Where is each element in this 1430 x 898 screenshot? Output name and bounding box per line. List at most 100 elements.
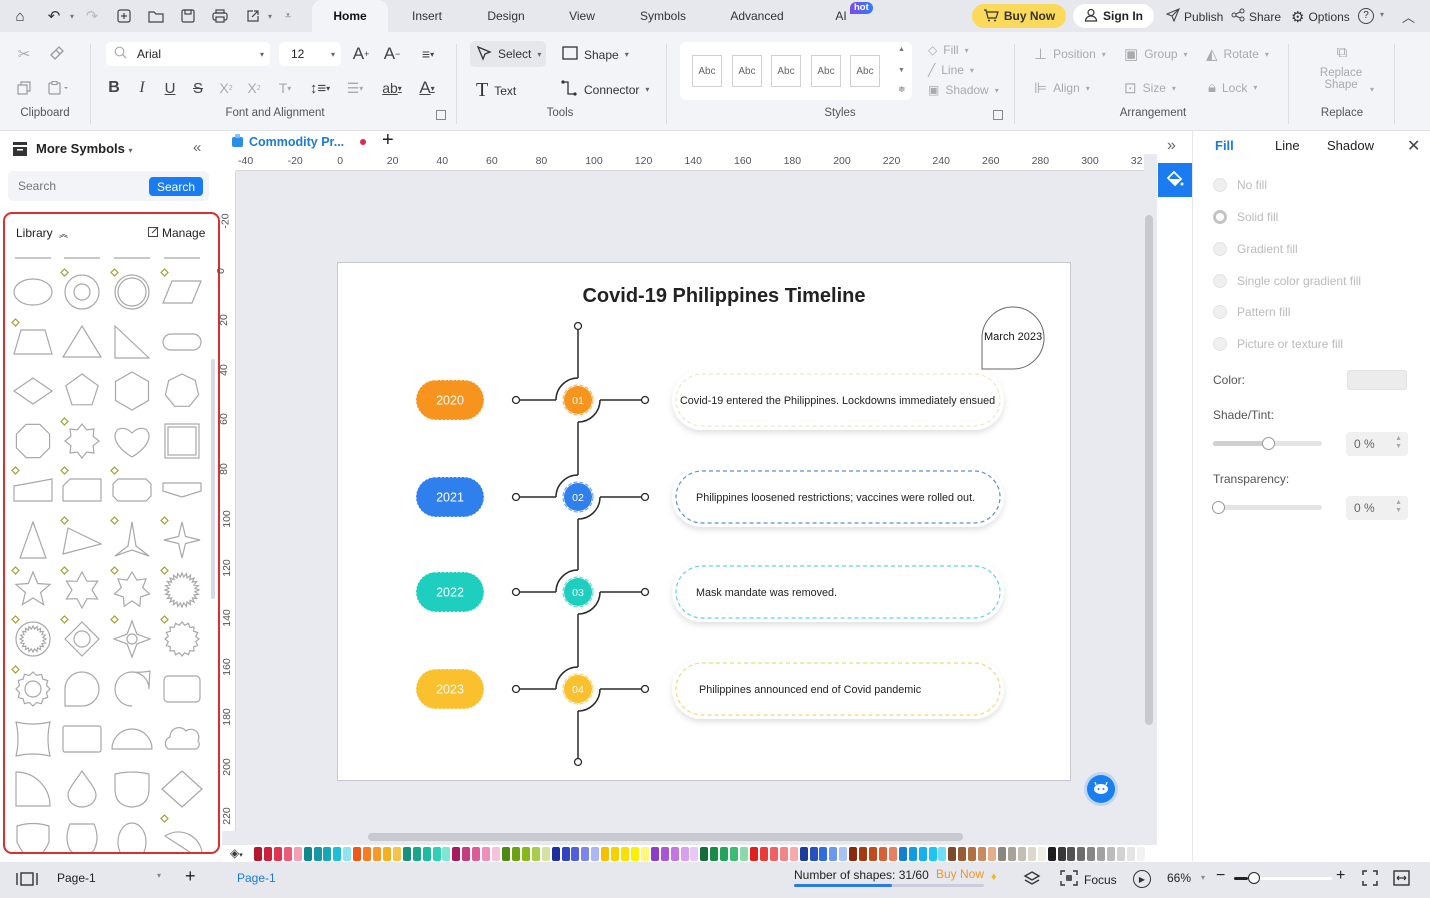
styles-dialog-launcher-icon[interactable] <box>993 110 1003 120</box>
options-button[interactable]: ⚙ Options <box>1291 8 1350 26</box>
library-shape[interactable] <box>162 333 202 351</box>
color-swatch[interactable] <box>263 847 272 861</box>
fill-option-gradient-fill[interactable]: Gradient fill <box>1213 242 1298 256</box>
fill-button[interactable]: ◇ Fill ▾ <box>928 43 969 57</box>
color-swatch[interactable] <box>472 847 481 861</box>
shape-tool-button[interactable]: Shape ▾ <box>562 45 629 64</box>
library-shape[interactable] <box>13 478 53 502</box>
color-swatch[interactable] <box>640 847 649 861</box>
replace-shape-button[interactable]: ⧉ Replace Shape <box>1314 44 1370 91</box>
tab-view[interactable]: View <box>560 0 604 32</box>
export-dropdown-icon[interactable]: ▾ <box>260 6 280 26</box>
color-swatch[interactable] <box>690 847 699 861</box>
redo-icon[interactable]: ↷ <box>82 6 102 26</box>
color-swatch[interactable] <box>323 847 332 861</box>
expand-panel-icon[interactable]: » <box>1167 137 1176 155</box>
radio-button[interactable] <box>1213 305 1227 319</box>
color-swatch[interactable] <box>561 847 570 861</box>
transparency-slider[interactable] <box>1212 501 1322 514</box>
color-swatch[interactable] <box>551 847 560 861</box>
play-icon[interactable]: ▶ <box>1133 870 1151 888</box>
color-swatch[interactable] <box>938 847 947 861</box>
fit-width-icon[interactable] <box>1393 870 1410 889</box>
color-swatch[interactable] <box>1117 847 1126 861</box>
help-dropdown-icon[interactable]: ▾ <box>1380 10 1384 19</box>
superscript-icon[interactable]: X2 <box>215 78 237 98</box>
color-swatch[interactable] <box>1067 847 1076 861</box>
library-shape[interactable] <box>164 621 200 657</box>
library-shape[interactable] <box>111 728 153 750</box>
color-swatch[interactable] <box>402 847 411 861</box>
open-folder-icon[interactable] <box>146 6 166 26</box>
add-document-icon[interactable]: + <box>382 129 394 152</box>
gallery-down-icon[interactable]: ▼ <box>898 67 905 74</box>
library-shape[interactable] <box>61 324 103 358</box>
color-swatch[interactable] <box>502 847 510 861</box>
color-swatch[interactable] <box>581 847 590 861</box>
zoom-slider-thumb[interactable] <box>1247 872 1260 884</box>
page-tab[interactable]: Page-1 <box>237 871 276 885</box>
vertical-scrollbar[interactable] <box>1145 215 1153 725</box>
color-swatch[interactable] <box>1136 847 1145 861</box>
underline-icon[interactable]: U <box>160 78 180 98</box>
color-swatch[interactable] <box>591 847 600 861</box>
library-shape[interactable] <box>117 822 147 854</box>
lock-button[interactable]: 🔒︎ Lock ▾ <box>1208 79 1257 96</box>
manage-button[interactable]: Manage <box>148 226 205 240</box>
library-shape[interactable] <box>114 771 150 808</box>
color-swatch[interactable] <box>730 847 739 861</box>
color-swatch[interactable] <box>759 847 768 861</box>
library-shape[interactable] <box>162 280 202 304</box>
undo-dropdown-icon[interactable]: ▾ <box>62 6 82 26</box>
help-icon[interactable]: ? <box>1358 8 1374 24</box>
tab-symbols[interactable]: Symbols <box>632 0 694 32</box>
library-shape[interactable] <box>16 822 50 855</box>
spinner-icon[interactable]: ▲ ▼ <box>1395 435 1402 451</box>
color-swatch[interactable] <box>1097 847 1106 861</box>
subscript-icon[interactable]: X2 <box>243 78 265 98</box>
color-swatch[interactable] <box>750 847 758 861</box>
color-swatch[interactable] <box>789 847 798 861</box>
library-shape[interactable] <box>15 423 51 459</box>
color-swatch[interactable] <box>273 847 282 861</box>
save-icon[interactable] <box>178 6 198 26</box>
collapse-ribbon-icon[interactable]: ︿ <box>1402 7 1415 26</box>
color-swatch[interactable] <box>908 847 917 861</box>
library-shape[interactable] <box>62 478 102 502</box>
library-shape[interactable] <box>114 670 151 707</box>
style-swatch[interactable]: Abc <box>732 55 762 87</box>
color-swatch[interactable] <box>611 847 620 861</box>
add-page-icon[interactable]: + <box>185 866 196 887</box>
color-swatch[interactable] <box>888 847 897 861</box>
italic-icon[interactable]: I <box>132 78 152 98</box>
color-swatch[interactable] <box>482 847 491 861</box>
library-shape[interactable] <box>64 423 100 459</box>
fill-option-no-fill[interactable]: No fill <box>1213 178 1267 192</box>
library-shape[interactable] <box>164 423 200 459</box>
color-swatch[interactable] <box>849 847 858 861</box>
position-button[interactable]: ⊥ Position ▾ <box>1034 45 1106 63</box>
chevron-down-icon[interactable]: ▾ <box>1201 873 1205 882</box>
tab-shadow[interactable]: Shadow <box>1327 138 1374 153</box>
rotate-button[interactable]: ◭ Rotate ▾ <box>1206 45 1269 63</box>
color-swatch[interactable] <box>1037 847 1046 861</box>
font-family-select[interactable]: Arial ▾ <box>106 42 270 66</box>
color-swatch[interactable] <box>432 847 441 861</box>
radio-button[interactable] <box>1213 178 1227 192</box>
radio-button[interactable] <box>1213 210 1227 224</box>
color-swatch[interactable] <box>680 847 689 861</box>
color-swatch[interactable] <box>1047 847 1056 861</box>
connector-tool-button[interactable]: Connector ▾ <box>560 79 649 100</box>
library-shape[interactable] <box>19 520 47 559</box>
color-swatch[interactable] <box>978 847 987 861</box>
bullet-list-icon[interactable]: ☰ ▾ <box>342 78 368 98</box>
library-shape[interactable] <box>14 570 52 606</box>
timeline-event[interactable]: 2023 04 Philippines announced end of Covid… <box>415 659 1004 758</box>
library-shape[interactable] <box>112 478 152 502</box>
collapse-panel-icon[interactable]: « <box>193 139 201 156</box>
color-swatch[interactable] <box>670 847 679 861</box>
bold-icon[interactable]: B <box>104 78 124 98</box>
callout-text[interactable]: March 2023 <box>984 331 1042 343</box>
color-swatch[interactable] <box>740 847 749 861</box>
gallery-up-icon[interactable]: ▲ <box>898 46 905 53</box>
